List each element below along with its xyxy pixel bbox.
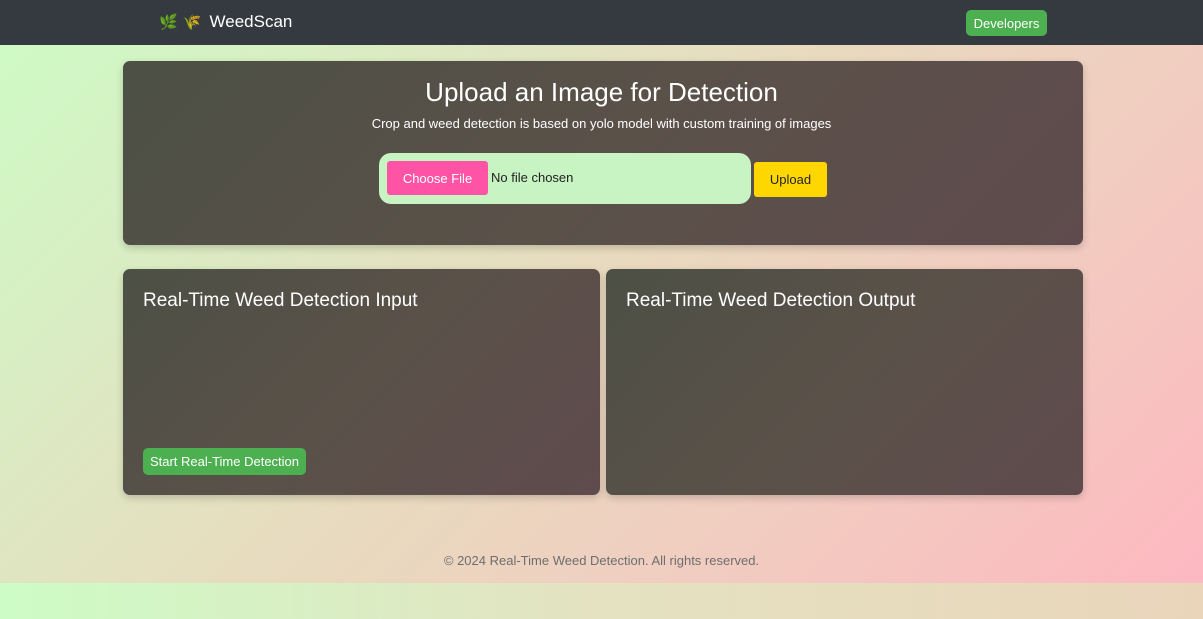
choose-file-button[interactable]: Choose File <box>387 161 488 195</box>
leaf-icon: 🌿 🌾 <box>159 13 202 31</box>
detection-output-panel: Real-Time Weed Detection Output <box>606 269 1083 495</box>
file-status-text: No file chosen <box>491 170 574 185</box>
page-bottom-band <box>0 583 1203 619</box>
upload-button[interactable]: Upload <box>754 162 827 197</box>
brand-name: WeedScan <box>209 12 293 31</box>
upload-title: Upload an Image for Detection <box>425 77 778 107</box>
brand-link[interactable]: 🌿 🌾 WeedScan <box>159 12 292 32</box>
input-panel-title: Real-Time Weed Detection Input <box>143 290 418 311</box>
upload-subtitle: Crop and weed detection is based on yolo… <box>371 116 832 131</box>
output-panel-title: Real-Time Weed Detection Output <box>626 290 916 311</box>
start-detection-button[interactable]: Start Real-Time Detection <box>143 448 306 475</box>
footer-copyright: © 2024 Real-Time Weed Detection. All rig… <box>443 553 760 568</box>
detection-input-panel: Real-Time Weed Detection Input Start Rea… <box>123 269 600 495</box>
developers-button[interactable]: Developers <box>966 10 1047 36</box>
navbar: 🌿 🌾 WeedScan Developers <box>0 0 1203 45</box>
